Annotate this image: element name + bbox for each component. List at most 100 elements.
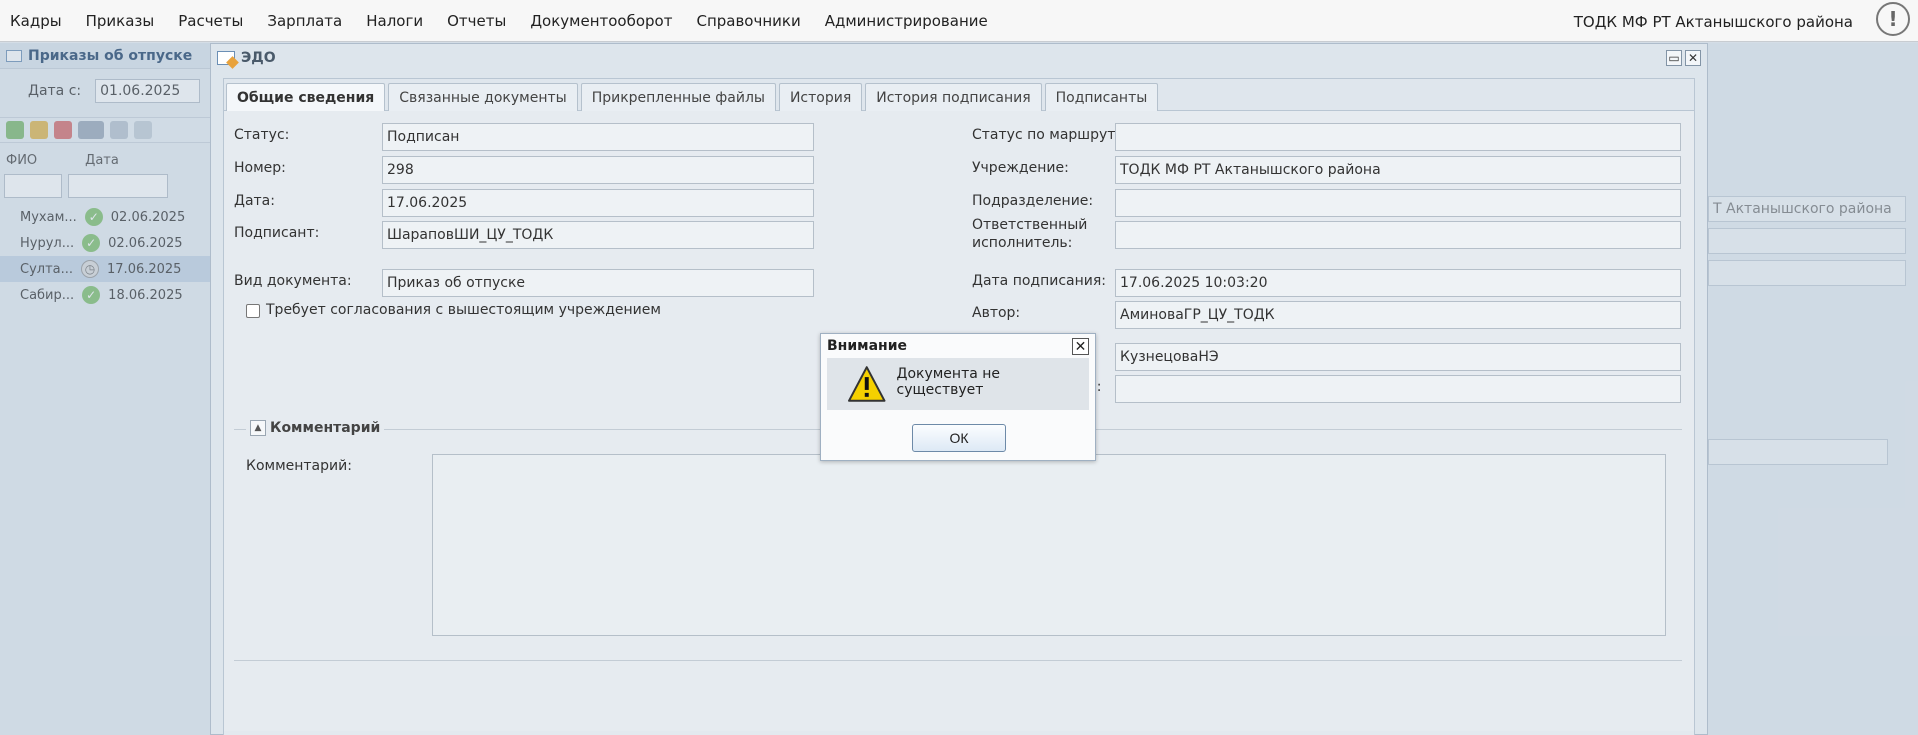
row-fio: Сабир...	[20, 287, 75, 303]
actions-dropdown-icon[interactable]	[78, 121, 104, 139]
top-menu-bar: Кадры Приказы Расчеты Зарплата Налоги От…	[0, 0, 1918, 42]
column-date[interactable]: Дата	[85, 153, 119, 168]
notification-alert-icon[interactable]: !	[1876, 2, 1910, 36]
row-date: 17.06.2025	[107, 261, 182, 277]
tab-general[interactable]: Общие сведения	[226, 83, 386, 112]
field8-field[interactable]	[1115, 375, 1681, 403]
edo-title: ЭДО	[241, 50, 276, 66]
edo-window-icon	[217, 51, 235, 65]
dialog-message: Документа не существует	[896, 366, 1001, 398]
date-from-label: Дата с:	[28, 83, 82, 99]
org-label: Учреждение:	[972, 160, 1069, 176]
menu-raschety[interactable]: Расчеты	[178, 12, 243, 30]
table-row[interactable]: Нурул... ✓ 02.06.2025	[0, 230, 211, 256]
list-rows: Мухам... ✓ 02.06.2025 Нурул... ✓ 02.06.2…	[0, 204, 211, 308]
table-row[interactable]: Султа... ◷ 17.06.2025	[0, 256, 211, 282]
list-toolbar	[0, 117, 211, 143]
menu-otchety[interactable]: Отчеты	[447, 12, 506, 30]
tab-related-docs[interactable]: Связанные документы	[388, 83, 578, 111]
dialog-message-area: Документа не существует	[827, 358, 1089, 410]
edo-tabs: Общие сведения Связанные документы Прикр…	[224, 79, 1694, 112]
organization-name: ТОДК МФ РТ Актанышского района	[1573, 13, 1853, 31]
menu-prikazy[interactable]: Приказы	[86, 12, 155, 30]
row-fio: Нурул...	[20, 235, 75, 251]
date-field[interactable]: 17.06.2025	[382, 189, 814, 217]
tab-attached-files[interactable]: Прикрепленные файлы	[580, 83, 776, 111]
menu-spravochniki[interactable]: Справочники	[696, 12, 800, 30]
comment-label: Комментарий:	[246, 458, 352, 474]
signer-label: Подписант:	[234, 225, 320, 241]
background-detail-panel: Т Актанышского района	[1708, 43, 1918, 735]
background-org-field: Т Актанышского района	[1708, 196, 1906, 222]
column-fio[interactable]: ФИО	[6, 153, 37, 168]
print-icon[interactable]	[110, 121, 128, 139]
background-field	[1708, 260, 1906, 286]
warning-icon	[847, 366, 886, 402]
doc-type-field[interactable]: Приказ об отпуске	[382, 269, 814, 297]
edo-title-bar: ЭДО	[211, 44, 1707, 72]
list-column-headers: ФИО Дата	[0, 143, 211, 174]
tab-history[interactable]: История	[778, 83, 863, 111]
comment-fieldset: ▲ Комментарий Комментарий:	[234, 420, 1682, 661]
route-status-label: Статус по маршруту:	[972, 127, 1129, 143]
responsible-field[interactable]	[1115, 221, 1681, 249]
menu-kadry[interactable]: Кадры	[10, 12, 62, 30]
department-field[interactable]	[1115, 189, 1681, 217]
fio-filter-input[interactable]	[4, 174, 62, 198]
route-status-field[interactable]	[1115, 123, 1681, 151]
tab-signers[interactable]: Подписанты	[1044, 83, 1159, 111]
signed-check-icon: ✓	[84, 208, 103, 226]
date-filter: Дата с: 01.06.2025	[0, 79, 211, 103]
field7-field[interactable]: КузнецоваНЭ	[1115, 343, 1681, 371]
number-field[interactable]: 298	[382, 156, 814, 184]
warning-dialog: Внимание ✕ Документа не существует ОК	[820, 333, 1096, 461]
responsible-label-line2: исполнитель:	[972, 235, 1073, 251]
status-field[interactable]: Подписан	[382, 123, 814, 151]
row-fio: Мухам...	[20, 209, 77, 225]
add-icon[interactable]	[6, 121, 24, 139]
comment-legend-title: Комментарий	[270, 420, 381, 436]
maximize-button[interactable]: ▭	[1666, 50, 1682, 66]
row-date: 02.06.2025	[108, 235, 183, 251]
table-row[interactable]: Мухам... ✓ 02.06.2025	[0, 204, 211, 230]
tab-signing-history[interactable]: История подписания	[865, 83, 1042, 111]
menu-zarplata[interactable]: Зарплата	[267, 12, 342, 30]
doc-type-label: Вид документа:	[234, 273, 352, 289]
vacation-orders-title-bar: Приказы об отпуске	[0, 43, 211, 69]
org-field[interactable]: ТОДК МФ РТ Актанышского района	[1115, 156, 1681, 184]
menu-dokumentooborot[interactable]: Документооборот	[530, 12, 672, 30]
menu-administrirovanie[interactable]: Администрирование	[825, 12, 988, 30]
signed-check-icon: ✓	[82, 286, 101, 304]
row-date: 18.06.2025	[108, 287, 183, 303]
dialog-title: Внимание	[827, 338, 908, 354]
background-field	[1708, 439, 1888, 465]
requires-approval-label: Требует согласования с вышестоящим учреж…	[266, 302, 661, 318]
vacation-orders-title: Приказы об отпуске	[28, 47, 193, 64]
dialog-close-button[interactable]: ✕	[1072, 338, 1089, 355]
responsible-label-line1: Ответственный	[972, 217, 1088, 233]
department-label: Подразделение:	[972, 193, 1094, 209]
requires-approval-checkbox[interactable]	[246, 304, 260, 318]
date-label: Дата:	[234, 193, 275, 209]
sign-date-field[interactable]: 17.06.2025 10:03:20	[1115, 269, 1681, 297]
comment-legend: ▲ Комментарий	[246, 420, 385, 436]
row-fio: Султа...	[20, 261, 74, 277]
date-filter-input[interactable]	[68, 174, 168, 198]
status-label: Статус:	[234, 127, 290, 143]
row-date: 02.06.2025	[110, 209, 186, 225]
signer-field[interactable]: ШараповШИ_ЦУ_ТОДК	[382, 221, 814, 249]
comment-textarea[interactable]	[432, 454, 1666, 636]
author-field[interactable]: АминоваГР_ЦУ_ТОДК	[1115, 301, 1681, 329]
table-row[interactable]: Сабир... ✓ 18.06.2025	[0, 282, 211, 308]
edit-icon[interactable]	[30, 121, 48, 139]
close-button[interactable]: ✕	[1685, 50, 1701, 66]
sign-date-label: Дата подписания:	[972, 273, 1107, 289]
edo-window-controls: ▭ ✕	[1666, 50, 1701, 66]
date-from-input[interactable]: 01.06.2025	[95, 79, 201, 103]
pending-clock-icon: ◷	[81, 260, 100, 278]
collapse-triangle-icon[interactable]: ▲	[250, 420, 266, 436]
delete-icon[interactable]	[54, 121, 72, 139]
ok-button[interactable]: ОК	[912, 424, 1006, 452]
export-icon[interactable]	[134, 121, 152, 139]
menu-nalogi[interactable]: Налоги	[366, 12, 423, 30]
